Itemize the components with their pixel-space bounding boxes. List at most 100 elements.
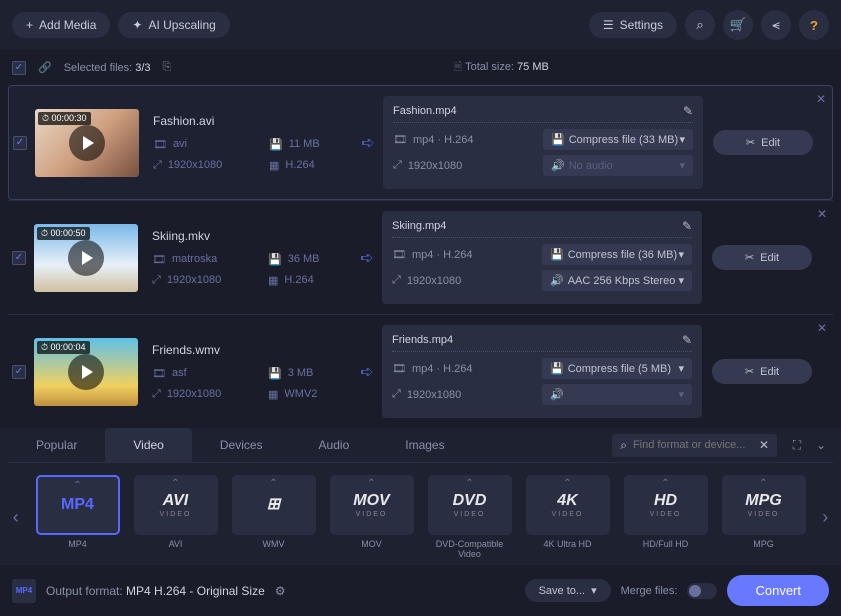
cart-button[interactable]: 🛒 <box>723 10 753 40</box>
format-card-mpg[interactable]: ⌃ MPG VIDEO MPG <box>720 475 808 559</box>
chevron-up-icon: ⌃ <box>269 478 277 489</box>
merge-toggle[interactable] <box>687 583 717 599</box>
audio-dropdown[interactable]: 🔊AAC 256 Kbps Stereo▾ <box>542 270 692 291</box>
edit-button[interactable]: ✂Edit <box>712 245 812 270</box>
codec-icon: ▦ <box>268 274 278 287</box>
compress-dropdown[interactable]: 💾Compress file (33 MB)▾ <box>543 129 693 150</box>
help-icon: ? <box>810 18 818 33</box>
duration-badge: ⏱ 00:00:30 <box>38 112 91 125</box>
plus-icon: + <box>26 18 33 32</box>
scissors-icon: ✂ <box>746 136 755 149</box>
format-label: DVD-Compatible Video <box>426 539 514 559</box>
file-row[interactable]: ⏱ 00:00:30 Fashion.avi 🎞avi 💾11 MB ⤢1920… <box>8 85 833 200</box>
format-sublabel: VIDEO <box>748 511 780 518</box>
disk-icon: 💾 <box>269 138 283 151</box>
file-list: ⏱ 00:00:30 Fashion.avi 🎞avi 💾11 MB ⤢1920… <box>0 85 841 428</box>
file-checkbox[interactable] <box>12 365 26 379</box>
speaker-icon: 🔊 <box>550 274 564 287</box>
carousel-prev[interactable]: ‹ <box>8 507 24 528</box>
ai-upscaling-button[interactable]: ✦ AI Upscaling <box>118 12 229 38</box>
output-filename: Friends.mp4 <box>392 334 453 346</box>
remove-file-button[interactable]: ✕ <box>815 319 829 337</box>
format-logo: MP4 <box>61 497 94 513</box>
codec-icon: ▦ <box>268 388 278 401</box>
file-checkbox[interactable] <box>13 136 27 150</box>
pencil-icon[interactable]: ✎ <box>683 104 693 118</box>
format-search[interactable]: ⌕ ✕ <box>612 434 777 457</box>
convert-button[interactable]: Convert <box>727 575 829 606</box>
file-checkbox[interactable] <box>12 251 26 265</box>
output-panel: Fashion.mp4 ✎ 🎞mp4 · H.264 💾Compress fil… <box>383 96 703 189</box>
format-card-wmv[interactable]: ⌃ ⊞ WMV <box>230 475 318 559</box>
copy-icon[interactable]: ⎘ <box>163 61 172 74</box>
scissors-icon: ✂ <box>745 365 754 378</box>
gear-icon[interactable]: ⚙ <box>275 584 286 598</box>
clear-icon[interactable]: ✕ <box>759 438 769 452</box>
play-icon[interactable] <box>68 354 104 390</box>
play-icon[interactable] <box>69 125 105 161</box>
select-all-checkbox[interactable] <box>12 61 26 75</box>
film-icon: 🎞 <box>152 367 166 380</box>
thumbnail[interactable]: ⏱ 00:00:30 <box>35 109 139 177</box>
audio-dropdown[interactable]: 🔊▾ <box>542 384 692 405</box>
carousel-next[interactable]: › <box>818 507 834 528</box>
remove-file-button[interactable]: ✕ <box>815 205 829 223</box>
format-search-input[interactable] <box>633 439 753 451</box>
output-resolution-label: ⤢1920x1080 <box>393 159 531 172</box>
resolution-label: ⤢1920x1080 <box>153 159 229 172</box>
pencil-icon[interactable]: ✎ <box>682 333 692 347</box>
format-tab-audio[interactable]: Audio <box>291 428 378 462</box>
container-label: 🎞avi <box>153 138 229 151</box>
expand-icon: ⤢ <box>392 274 401 287</box>
source-filename: Fashion.avi <box>153 114 353 128</box>
format-tab-video[interactable]: Video <box>105 428 191 462</box>
format-tab-images[interactable]: Images <box>377 428 472 462</box>
size-label: 💾3 MB <box>268 367 344 380</box>
compress-dropdown[interactable]: 💾Compress file (36 MB)▾ <box>542 244 692 265</box>
format-tabs: PopularVideoDevicesAudioImages ⌕ ✕ ⛶ ⌄ <box>8 428 833 463</box>
expand-icon: ⤢ <box>153 159 162 172</box>
format-card-avi[interactable]: ⌃ AVI VIDEO AVI <box>132 475 220 559</box>
chevron-down-icon[interactable]: ⌄ <box>809 433 833 457</box>
remove-file-button[interactable]: ✕ <box>814 90 828 108</box>
menu-icon: ☰ <box>603 18 614 32</box>
file-row[interactable]: ⏱ 00:00:04 Friends.wmv 🎞asf 💾3 MB ⤢1920x… <box>8 314 833 428</box>
arrow-icon: ➪ <box>360 248 373 268</box>
chevron-up-icon: ⌃ <box>465 478 473 489</box>
source-filename: Friends.wmv <box>152 343 352 357</box>
settings-button[interactable]: ☰ Settings <box>589 12 677 38</box>
speaker-icon: 🔊 <box>550 388 564 401</box>
sparkle-icon: ✦ <box>132 18 142 32</box>
format-card-hd-full-hd[interactable]: ⌃ HD VIDEO HD/Full HD <box>622 475 710 559</box>
edit-button[interactable]: ✂Edit <box>712 359 812 384</box>
thumbnail[interactable]: ⏱ 00:00:04 <box>34 338 138 406</box>
format-tab-devices[interactable]: Devices <box>192 428 291 462</box>
format-label: HD/Full HD <box>643 539 689 549</box>
merge-label: Merge files: <box>621 585 678 597</box>
share-button[interactable]: ⪪ <box>761 10 791 40</box>
file-row[interactable]: ⏱ 00:00:50 Skiing.mkv 🎞matroska 💾36 MB ⤢… <box>8 200 833 314</box>
chevron-down-icon: ▾ <box>678 248 684 261</box>
format-card-mp4[interactable]: ⌃ MP4 MP4 <box>34 475 122 559</box>
help-button[interactable]: ? <box>799 10 829 40</box>
save-to-button[interactable]: Save to...▾ <box>525 579 611 602</box>
expand-icon: ⤢ <box>393 159 402 172</box>
add-media-button[interactable]: + Add Media <box>12 12 110 38</box>
chevron-down-icon: ▾ <box>678 274 684 287</box>
search-button[interactable]: ⌕ <box>685 10 715 40</box>
chevron-down-icon: ▾ <box>679 133 685 146</box>
duration-badge: ⏱ 00:00:50 <box>37 227 90 240</box>
format-tab-popular[interactable]: Popular <box>8 428 105 462</box>
format-card-4k-ultra-hd[interactable]: ⌃ 4K VIDEO 4K Ultra HD <box>524 475 612 559</box>
thumbnail[interactable]: ⏱ 00:00:50 <box>34 224 138 292</box>
chevron-down-icon: ▾ <box>678 362 684 375</box>
compress-dropdown[interactable]: 💾Compress file (5 MB)▾ <box>542 358 692 379</box>
expand-formats-button[interactable]: ⛶ <box>785 433 809 457</box>
pencil-icon[interactable]: ✎ <box>682 219 692 233</box>
format-card-mov[interactable]: ⌃ MOV VIDEO MOV <box>328 475 416 559</box>
audio-dropdown[interactable]: 🔊No audio▾ <box>543 155 693 176</box>
format-card-dvd-compatible-video[interactable]: ⌃ DVD VIDEO DVD-Compatible Video <box>426 475 514 559</box>
chevron-up-icon: ⌃ <box>563 478 571 489</box>
edit-button[interactable]: ✂Edit <box>713 130 813 155</box>
play-icon[interactable] <box>68 240 104 276</box>
